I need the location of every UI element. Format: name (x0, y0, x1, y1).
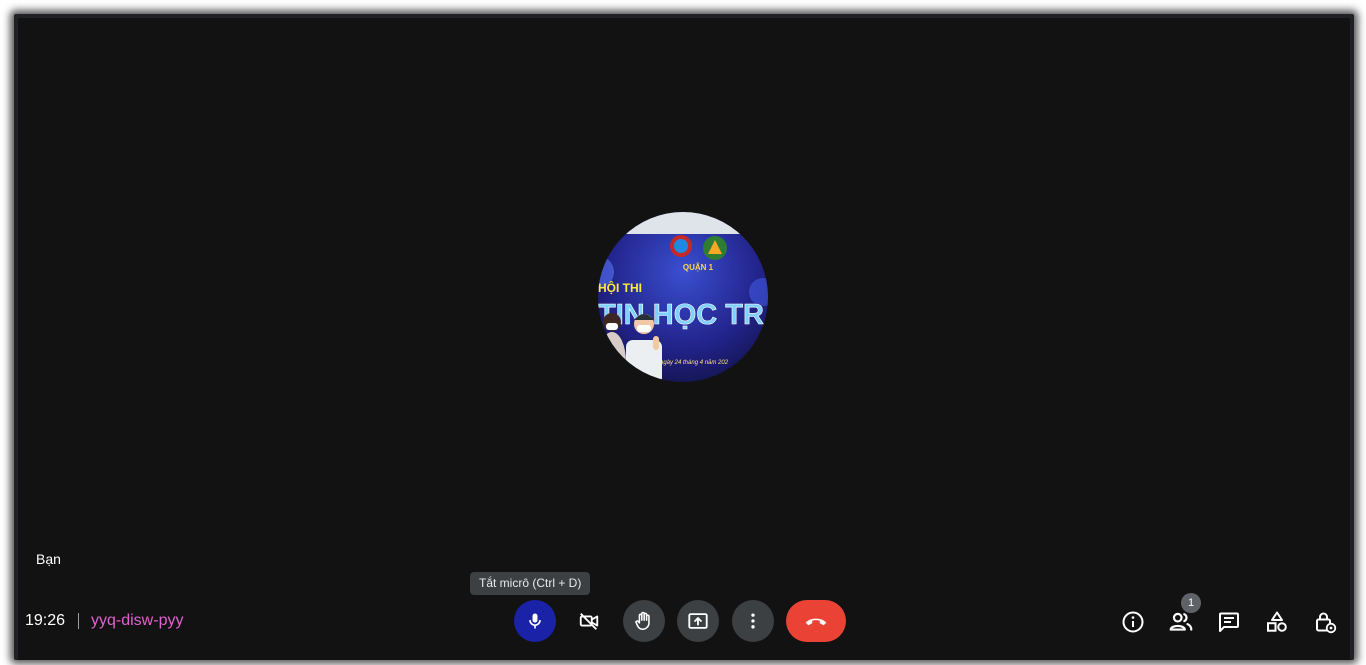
activities-button[interactable] (1261, 606, 1293, 638)
meeting-code: yyq-disw-pyy (91, 612, 184, 629)
mic-tooltip: Tắt micrô (Ctrl + D) (470, 572, 591, 595)
hangup-icon (803, 608, 829, 634)
raise-hand-button[interactable] (623, 600, 665, 642)
participants-count-badge: 1 (1181, 593, 1201, 613)
hand-icon (633, 610, 655, 632)
self-name-label: Bạn (36, 551, 61, 567)
avatar-district-text: QUẬN 1 (683, 263, 714, 272)
chat-button[interactable] (1213, 606, 1245, 638)
host-controls-icon (1313, 610, 1337, 634)
youth-union-logo (670, 235, 692, 257)
leave-call-button[interactable] (786, 600, 846, 642)
chat-icon (1217, 610, 1241, 634)
avatar-event-line1: HỘI THI (598, 280, 642, 295)
meeting-time: 19:26 (25, 612, 66, 629)
meeting-details-button[interactable] (1117, 606, 1149, 638)
microphone-icon (525, 611, 545, 631)
avatar-date-text: ngày 24 tháng 4 năm 202 (660, 360, 729, 366)
more-vert-icon (743, 611, 763, 631)
avatar-photo: QUẬN 1 HỘI THI TIN HỌC TR ngày 24 tháng … (598, 212, 768, 382)
present-button[interactable] (677, 600, 719, 642)
self-avatar: QUẬN 1 HỘI THI TIN HỌC TR ngày 24 tháng … (598, 212, 768, 382)
present-screen-icon (687, 610, 709, 632)
time-code-divider (78, 613, 79, 629)
host-controls-button[interactable] (1309, 606, 1341, 638)
pioneer-logo (703, 236, 727, 260)
more-options-button[interactable] (732, 600, 774, 642)
avatar-event-line2: TIN HỌC TR (598, 299, 764, 331)
camera-button[interactable] (568, 600, 610, 642)
camera-off-icon (578, 610, 600, 632)
info-icon (1121, 610, 1145, 634)
activities-icon (1265, 610, 1289, 634)
microphone-button[interactable] (514, 600, 556, 642)
